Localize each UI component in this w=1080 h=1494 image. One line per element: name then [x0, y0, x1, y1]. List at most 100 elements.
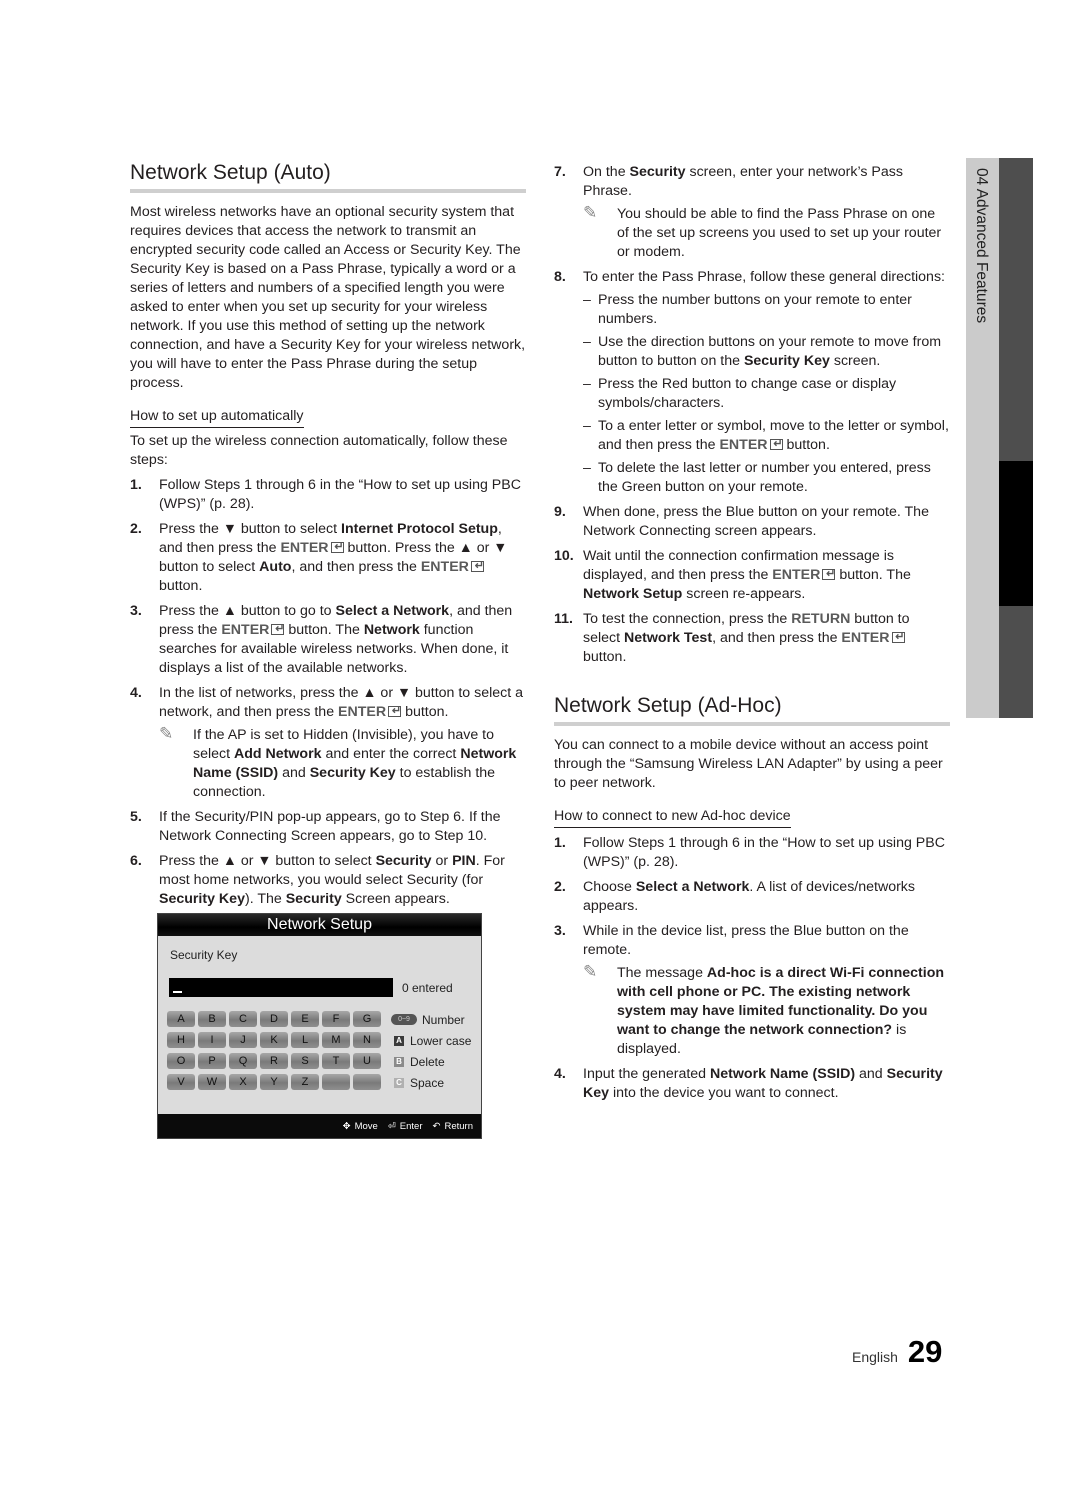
left-column: Network Setup (Auto) Most wireless netwo…: [130, 160, 526, 909]
entered-count: 0 entered: [402, 981, 453, 995]
step-item: 5. If the Security/PIN pop-up appears, go…: [130, 809, 501, 844]
directions-list: – Press the number buttons on your remote…: [583, 291, 950, 497]
enter-icon: [271, 620, 285, 639]
legend-label: Space: [410, 1075, 445, 1090]
color-button-c-icon: C: [394, 1077, 404, 1088]
auto-steps-list: 1. Follow Steps 1 through 6 in the “How t…: [130, 476, 526, 909]
footer-enter: ⏎ Enter: [387, 1120, 423, 1132]
color-button-a-icon: A: [394, 1035, 404, 1046]
legend-label: Number: [422, 1012, 465, 1027]
step-item: 1. Follow Steps 1 through 6 in the “How t…: [554, 835, 945, 870]
key-p[interactable]: P: [198, 1053, 226, 1069]
footer-move: ✥ Move: [342, 1120, 378, 1132]
lead-paragraph: To set up the wireless connection automa…: [130, 433, 508, 468]
on-screen-keyboard: ABCDEFG HIJKLMN OPQRSTU VWXYZ: [167, 1011, 381, 1090]
step-item: 6. Press the ▲ or ▼ button to select Secu…: [130, 853, 505, 907]
enter-icon: [769, 435, 783, 454]
key-blank[interactable]: [322, 1074, 350, 1090]
key-m[interactable]: M: [322, 1032, 350, 1048]
pencil-note-icon: ✎: [583, 203, 598, 222]
enter-icon: [330, 538, 344, 557]
key-r[interactable]: R: [260, 1053, 288, 1069]
tv-screen-title: Network Setup: [158, 914, 481, 936]
direction-item: – To a enter letter or symbol, move to th…: [583, 417, 950, 455]
page-number: 29: [907, 1334, 943, 1369]
step-item: 2. Press the ▼ button to select Internet …: [130, 520, 526, 596]
key-s[interactable]: S: [291, 1053, 319, 1069]
note: ✎ You should be able to find the Pass Phr…: [583, 203, 942, 260]
chapter-tab-dark: [999, 158, 1033, 718]
legend-item: C Space: [391, 1072, 471, 1093]
intro-paragraph: Most wireless networks have an optional …: [130, 204, 526, 391]
text-cursor: [173, 991, 182, 993]
key-e[interactable]: E: [291, 1011, 319, 1027]
subheading-adhoc: How to connect to new Ad-hoc device: [554, 807, 791, 828]
adhoc-intro: You can connect to a mobile device witho…: [554, 737, 943, 791]
adhoc-steps-list: 1. Follow Steps 1 through 6 in the “How t…: [554, 834, 950, 1103]
key-h[interactable]: H: [167, 1032, 195, 1048]
step-item: 11. To test the connection, press the RET…: [554, 610, 950, 667]
step-item: 7. On the Security screen, enter your net…: [554, 163, 950, 262]
enter-icon: [822, 565, 836, 584]
key-k[interactable]: K: [260, 1032, 288, 1048]
color-button-b-icon: B: [394, 1056, 404, 1067]
direction-item: – Use the direction buttons on your remot…: [583, 334, 942, 369]
key-j[interactable]: J: [229, 1032, 257, 1048]
section-title-auto: Network Setup (Auto): [130, 160, 526, 193]
legend-item: 0~9 Number: [391, 1009, 471, 1030]
key-b[interactable]: B: [198, 1011, 226, 1027]
legend-label: Delete: [410, 1054, 445, 1069]
page-footer: English 29: [852, 1334, 942, 1370]
key-n[interactable]: N: [353, 1032, 381, 1048]
enter-icon: [388, 702, 402, 721]
direction-item: – To delete the last letter or number you…: [583, 460, 931, 495]
chapter-tab-marker: [999, 461, 1033, 606]
subheading-auto: How to set up automatically: [130, 407, 304, 428]
key-l[interactable]: L: [291, 1032, 319, 1048]
legend-item: A Lower case: [391, 1030, 471, 1051]
number-button-icon: 0~9: [391, 1014, 417, 1025]
right-column: 7. On the Security screen, enter your net…: [554, 163, 950, 1103]
key-t[interactable]: T: [322, 1053, 350, 1069]
key-a[interactable]: A: [167, 1011, 195, 1027]
key-v[interactable]: V: [167, 1074, 195, 1090]
key-z[interactable]: Z: [291, 1074, 319, 1090]
key-w[interactable]: W: [198, 1074, 226, 1090]
auto-steps-continued: 7. On the Security screen, enter your net…: [554, 163, 950, 667]
key-u[interactable]: U: [353, 1053, 381, 1069]
return-icon: ↶: [432, 1120, 441, 1132]
legend-item: B Delete: [391, 1051, 471, 1072]
step-item: 3. Press the ▲ button to go to Select a N…: [130, 602, 526, 678]
footer-return: ↶ Return: [432, 1120, 473, 1132]
language-label: English: [852, 1349, 898, 1365]
step-item: 4. In the list of networks, press the ▲ o…: [130, 684, 526, 802]
key-y[interactable]: Y: [260, 1074, 288, 1090]
direction-item: – Press the number buttons on your remote…: [583, 292, 912, 327]
key-q[interactable]: Q: [229, 1053, 257, 1069]
legend-label: Lower case: [410, 1033, 472, 1048]
pencil-note-icon: ✎: [159, 724, 174, 743]
section-title-adhoc: Network Setup (Ad-Hoc): [554, 693, 950, 726]
key-blank[interactable]: [353, 1074, 381, 1090]
key-o[interactable]: O: [167, 1053, 195, 1069]
key-g[interactable]: G: [353, 1011, 381, 1027]
security-key-label: Security Key: [170, 948, 238, 962]
step-item: 9. When done, press the Blue button on yo…: [554, 504, 929, 539]
chapter-tab-label: 04 Advanced Features: [973, 168, 990, 324]
key-c[interactable]: C: [229, 1011, 257, 1027]
step-item: 8. To enter the Pass Phrase, follow these…: [554, 268, 950, 497]
note: ✎ If the AP is set to Hidden (Invisible),…: [159, 724, 517, 800]
move-arrows-icon: ✥: [342, 1120, 351, 1132]
key-d[interactable]: D: [260, 1011, 288, 1027]
color-key-legend: 0~9 Number A Lower case B Delete C Space: [391, 1009, 471, 1093]
step-item: 3. While in the device list, press the Bl…: [554, 922, 950, 1059]
key-f[interactable]: F: [322, 1011, 350, 1027]
key-i[interactable]: I: [198, 1032, 226, 1048]
security-key-input[interactable]: [169, 978, 393, 997]
tv-network-setup-screen: Network Setup Security Key 0 entered ABC…: [157, 913, 482, 1139]
key-x[interactable]: X: [229, 1074, 257, 1090]
step-item: 4. Input the generated Network Name (SSID…: [554, 1066, 943, 1101]
step-item: 10. Wait until the connection confirmatio…: [554, 547, 950, 604]
enter-icon: ⏎: [387, 1120, 396, 1132]
tv-footer-bar: ✥ Move ⏎ Enter ↶ Return: [158, 1114, 481, 1138]
